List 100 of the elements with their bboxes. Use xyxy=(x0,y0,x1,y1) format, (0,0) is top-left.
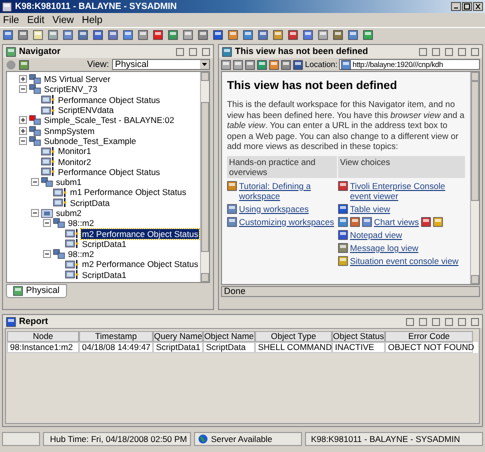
toolbar-button[interactable] xyxy=(168,30,178,40)
toolbar-button[interactable] xyxy=(63,30,73,40)
toolbar-icon xyxy=(18,30,28,40)
collapse-toggle[interactable] xyxy=(43,250,51,258)
toolbar-button[interactable] xyxy=(228,30,238,40)
computer-icon xyxy=(29,136,41,146)
collapse-toggle[interactable] xyxy=(31,209,39,217)
tree-item[interactable]: Monitor1 xyxy=(57,146,92,156)
toolbar-button[interactable] xyxy=(48,30,58,40)
browser-button[interactable] xyxy=(281,60,291,70)
toolbar-button[interactable] xyxy=(18,30,28,40)
toolbar-button[interactable] xyxy=(258,30,268,40)
toolbar-button[interactable] xyxy=(333,30,343,40)
tree-item[interactable]: Performance Object Status xyxy=(57,94,162,105)
browser-button[interactable] xyxy=(257,60,267,70)
toolbar-icon xyxy=(78,30,88,40)
help-link[interactable]: Using workspaces xyxy=(239,204,309,214)
menu-item[interactable]: View xyxy=(52,12,74,28)
menu-item[interactable]: Edit xyxy=(27,12,44,28)
view-dropdown[interactable]: Physical xyxy=(112,59,210,70)
column-header[interactable]: Object Name xyxy=(203,331,255,342)
toolbar-button[interactable] xyxy=(3,30,13,40)
tree-item[interactable]: ScriptData1 xyxy=(81,270,128,280)
tree-item[interactable]: Subnode_Test_Example xyxy=(43,136,138,146)
tree-item[interactable]: ScriptENVdata xyxy=(57,105,115,116)
toolbar-icon xyxy=(138,30,148,40)
menu-item[interactable]: Help xyxy=(82,12,102,28)
tree-item[interactable]: ScriptData xyxy=(69,198,111,208)
toolbar-button[interactable] xyxy=(123,30,133,40)
minimize-button[interactable] xyxy=(451,2,461,11)
help-link[interactable]: Customizing workspaces xyxy=(239,216,334,227)
toolbar-button[interactable] xyxy=(363,30,373,40)
close-button[interactable] xyxy=(473,2,483,11)
scrollbar[interactable] xyxy=(200,72,209,282)
tree-item[interactable]: SnmpSystem xyxy=(43,126,96,136)
browser-button[interactable] xyxy=(221,60,231,70)
column-header[interactable]: Error Code xyxy=(385,331,473,342)
browser-button[interactable] xyxy=(233,60,243,70)
physical-tab[interactable]: Physical xyxy=(6,284,67,298)
toolbar-button[interactable] xyxy=(78,30,88,40)
monitor-icon xyxy=(53,198,67,208)
collapse-toggle[interactable] xyxy=(19,85,27,94)
collapse-toggle[interactable] xyxy=(31,178,39,186)
column-header: View choices xyxy=(338,156,465,178)
toolbar-button[interactable] xyxy=(108,30,118,40)
tree-item[interactable]: Simple_Scale_Test - BALAYNE:02 xyxy=(43,115,176,126)
expand-toggle[interactable] xyxy=(19,116,27,124)
column-header[interactable]: Query Name xyxy=(153,331,203,342)
toolbar-button[interactable] xyxy=(303,30,313,40)
page-heading: This view has not been defined xyxy=(227,79,398,94)
expand-toggle[interactable] xyxy=(19,126,27,135)
tree-item[interactable]: Monitor2 xyxy=(57,156,92,167)
tree-item[interactable]: Performance Object Status xyxy=(57,166,162,177)
help-link[interactable]: Tivoli Enterprise Console event viewer xyxy=(350,180,465,201)
browser-button[interactable] xyxy=(245,60,255,70)
expand-toggle[interactable] xyxy=(19,75,27,84)
panel-title: This view has not been defined xyxy=(235,44,368,58)
toolbar-button[interactable] xyxy=(348,30,358,40)
toolbar-icon xyxy=(168,30,178,40)
toolbar-button[interactable] xyxy=(288,30,298,40)
column-header[interactable]: Object Type xyxy=(255,331,332,342)
toolbar-button[interactable] xyxy=(93,30,103,40)
tree-item[interactable]: 98::m2 xyxy=(67,249,95,260)
column-header[interactable]: Object Status xyxy=(332,331,385,342)
toolbar-button[interactable] xyxy=(213,30,223,40)
tree-item[interactable]: MS Virtual Server xyxy=(43,74,112,84)
table-cell: ScriptData xyxy=(203,342,255,353)
tree-item[interactable]: 98::m2 xyxy=(67,218,95,228)
collapse-toggle[interactable] xyxy=(19,136,27,145)
column-header[interactable]: Timestamp xyxy=(79,331,153,342)
toolbar-button[interactable] xyxy=(183,30,193,40)
column-header[interactable]: Node xyxy=(7,331,79,342)
toolbar-icon xyxy=(273,30,283,40)
toolbar-button[interactable] xyxy=(243,30,253,40)
toolbar-icon xyxy=(108,30,118,40)
help-link[interactable]: Notepad view xyxy=(350,230,402,240)
tree-item[interactable]: ScriptData1 xyxy=(81,238,128,249)
collapse-toggle[interactable] xyxy=(43,219,51,228)
tree-item[interactable]: m1 Performance Object Status xyxy=(69,187,188,198)
toolbar-button[interactable] xyxy=(198,30,208,40)
help-link[interactable]: Situation event console view xyxy=(350,256,458,266)
help-link[interactable]: Table view xyxy=(350,204,390,214)
help-link[interactable]: Tutorial: Defining a workspace xyxy=(239,180,337,201)
tree-item[interactable]: ScriptENV_73 xyxy=(43,84,98,94)
tree-item[interactable]: m2 Performance Object Status xyxy=(81,259,200,270)
help-link[interactable]: Message log view xyxy=(350,242,418,253)
maximize-button[interactable] xyxy=(462,2,472,11)
toolbar-button[interactable] xyxy=(33,30,43,40)
browser-button[interactable] xyxy=(269,60,279,70)
toolbar-button[interactable] xyxy=(138,30,148,40)
browser-button[interactable] xyxy=(293,60,303,70)
tree-item[interactable]: m2 Performance Object Status xyxy=(81,228,200,239)
help-link[interactable]: Chart views xyxy=(374,216,419,227)
scrollbar[interactable] xyxy=(470,72,479,284)
toolbar-button[interactable] xyxy=(318,30,328,40)
tree-item[interactable]: subm1 xyxy=(55,177,83,188)
tree-item[interactable]: subm2 xyxy=(55,208,83,218)
toolbar-button[interactable] xyxy=(153,30,163,40)
toolbar-button[interactable] xyxy=(273,30,283,40)
menu-item[interactable]: File xyxy=(3,12,20,28)
